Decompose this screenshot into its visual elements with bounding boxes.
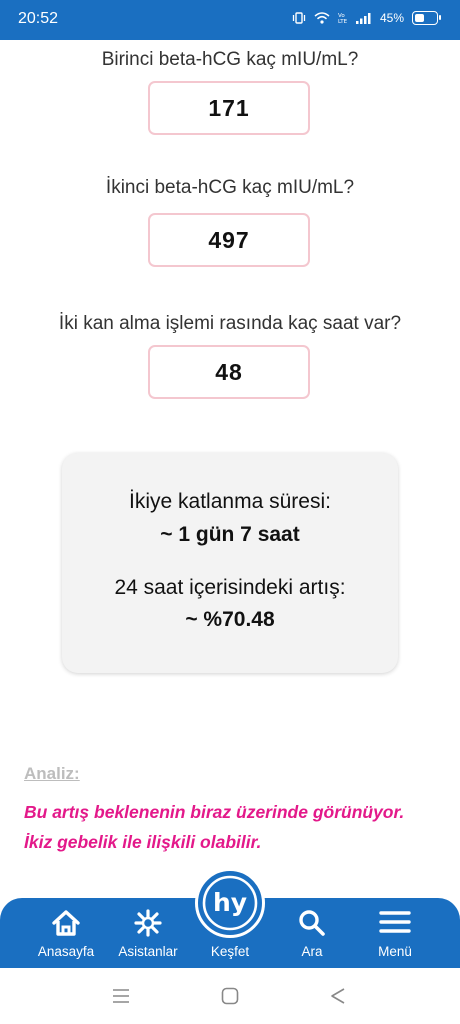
hamburger-menu-icon [379, 911, 411, 933]
analysis-text: Bu artış beklenenin biraz üzerinde görün… [24, 797, 444, 857]
home-icon [52, 910, 80, 936]
nav-item-assistants[interactable]: Asistanlar [104, 898, 192, 968]
nav-label-search: Ara [301, 944, 323, 959]
battery-icon [412, 11, 441, 25]
svg-text:LTE: LTE [338, 19, 348, 24]
hours-between-input[interactable]: 48 [148, 345, 310, 399]
nav-item-home[interactable]: Anasayfa [20, 898, 112, 968]
vibrate-icon [292, 12, 306, 24]
nav-item-search[interactable]: Ara [272, 898, 352, 968]
hy-logo-icon: hy [202, 875, 258, 931]
question-1-label: Birinci beta-hCG kaç mIU/mL? [101, 49, 359, 70]
question-3-label: İki kan alma işlemi rasında kaç saat var… [58, 313, 402, 334]
nav-item-menu[interactable]: Menü [350, 898, 440, 968]
nav-label-home: Anasayfa [37, 944, 95, 959]
wifi-icon [314, 12, 330, 24]
signal-icon [355, 13, 371, 24]
home-button-icon[interactable] [221, 987, 239, 1005]
assistants-icon [134, 909, 162, 937]
discover-logo-button[interactable]: hy [195, 868, 265, 938]
question-2-label: İkinci beta-hCG kaç mIU/mL? [105, 177, 355, 198]
doubling-time-value: ~ 1 gün 7 saat [160, 523, 300, 546]
status-bar: 20:52 Vo LTE 45% [0, 0, 460, 40]
recents-button-icon[interactable] [112, 988, 130, 1004]
status-icons: Vo LTE 45% [292, 11, 441, 25]
daily-increase-value: ~ %70.48 [185, 608, 275, 631]
back-button-icon[interactable] [330, 987, 346, 1005]
battery-percent: 45% [379, 11, 404, 25]
nav-label-assistants: Asistanlar [118, 944, 178, 959]
nav-label-menu: Menü [378, 944, 412, 959]
volte-icon: Vo LTE [338, 13, 348, 24]
hy-logo-text: hy [213, 888, 247, 917]
status-time: 20:52 [18, 10, 59, 27]
nav-label-discover: Keşfet [210, 944, 250, 959]
first-beta-hcg-input[interactable]: 171 [148, 81, 310, 135]
daily-increase-label: 24 saat içerisindeki artış: [114, 576, 346, 599]
second-beta-hcg-input[interactable]: 497 [148, 213, 310, 267]
search-icon [299, 910, 325, 936]
result-card: İkiye katlanma süresi: ~ 1 gün 7 saat 24… [62, 453, 398, 673]
doubling-time-label: İkiye katlanma süresi: [129, 490, 331, 513]
analysis-line-2: İkiz gebelik ile ilişkili olabilir. [24, 832, 262, 852]
analysis-line-1: Bu artış beklenenin biraz üzerinde görün… [24, 802, 405, 822]
analysis-title: Analiz: [24, 764, 80, 783]
system-nav-bar [0, 968, 460, 1024]
